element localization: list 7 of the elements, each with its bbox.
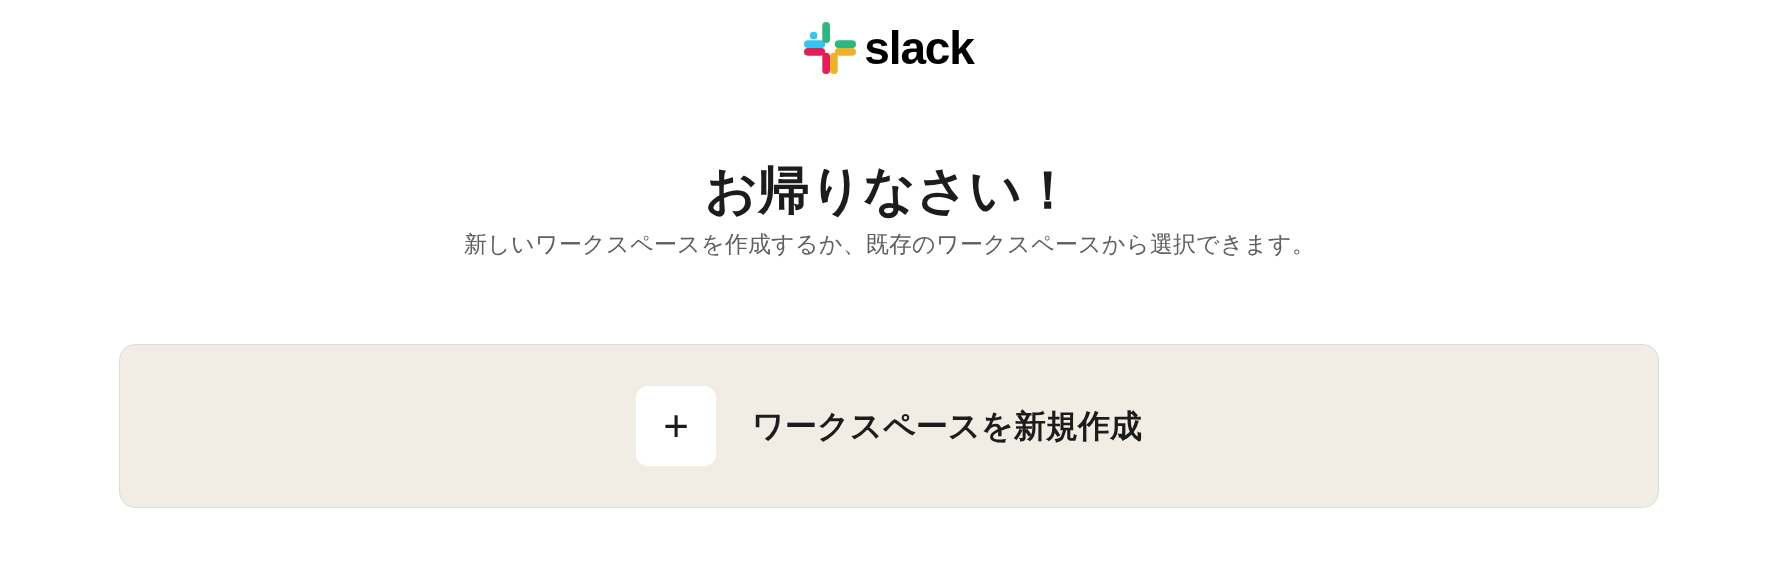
create-workspace-label: ワークスペースを新規作成 <box>752 406 1142 446</box>
logo-wordmark: slack <box>864 25 974 71</box>
subtitle: 新しいワークスペースを作成するか、既存のワークスペースから選択できます。 <box>463 230 1315 259</box>
logo-icon <box>804 22 857 74</box>
heading: お帰りなさい！ <box>704 160 1074 221</box>
create-workspace-button[interactable]: + ワークスペースを新規作成 <box>119 343 1659 508</box>
plus-icon-tile: + <box>636 385 716 466</box>
